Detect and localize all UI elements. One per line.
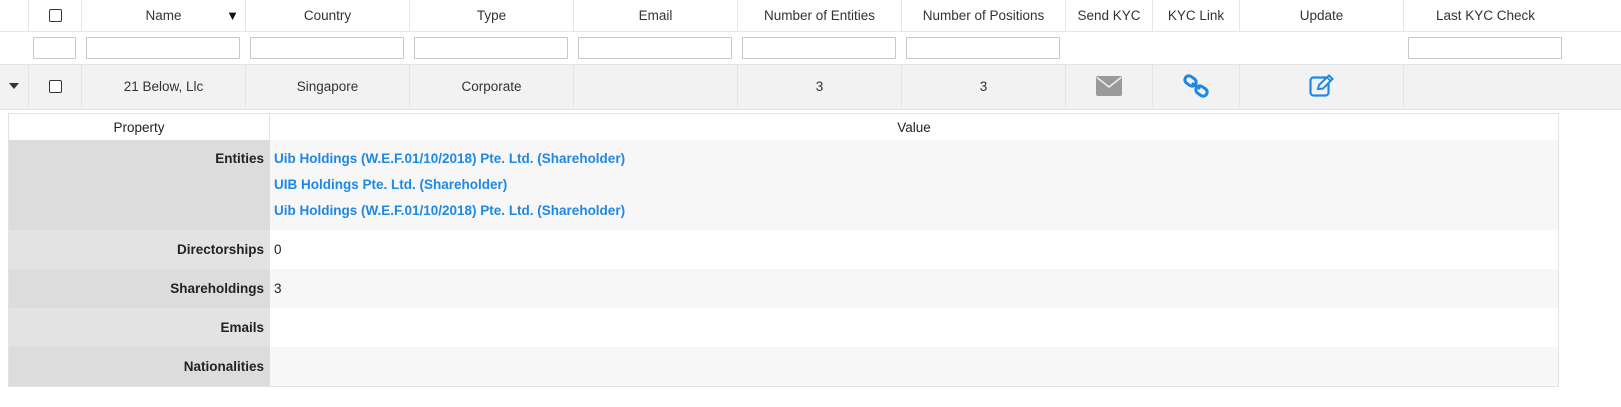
- detail-key-shareholdings: Shareholdings: [9, 269, 270, 308]
- column-header-update[interactable]: Update: [1239, 0, 1403, 31]
- column-header-kyc-link[interactable]: KYC Link: [1152, 0, 1239, 31]
- detail-value-nationalities: [270, 347, 1558, 386]
- column-header-email-label: Email: [638, 8, 673, 23]
- filter-row: [0, 32, 1621, 64]
- filter-email-cell: [573, 32, 737, 64]
- cell-update: [1239, 65, 1403, 107]
- column-header-name[interactable]: Name ▼: [81, 0, 245, 31]
- cell-kyc-link: [1152, 65, 1239, 107]
- edit-icon[interactable]: [1308, 74, 1335, 98]
- filter-select-input[interactable]: [33, 37, 76, 59]
- expand-header: [0, 0, 28, 31]
- cell-type-text: Corporate: [461, 78, 522, 94]
- detail-row-entities: Entities Uib Holdings (W.E.F.01/10/2018)…: [9, 140, 1558, 230]
- column-header-type-label: Type: [476, 8, 507, 23]
- detail-value-directorships: 0: [270, 230, 1558, 269]
- column-header-name-label: Name: [145, 8, 182, 23]
- filter-entities-cell: [737, 32, 901, 64]
- detail-key-emails: Emails: [9, 308, 270, 347]
- sort-desc-icon[interactable]: ▼: [226, 8, 239, 23]
- cell-country-text: Singapore: [296, 78, 359, 94]
- filter-country-cell: [245, 32, 409, 64]
- cell-send-kyc: [1065, 65, 1152, 107]
- filter-name-input[interactable]: [86, 37, 240, 59]
- detail-row-nationalities: Nationalities: [9, 347, 1558, 386]
- cell-name: 21 Below, Llc: [81, 65, 245, 107]
- filter-send-kyc-cell: [1065, 32, 1152, 64]
- column-header-type[interactable]: Type: [409, 0, 573, 31]
- grid-header: Name ▼ Country Type Email Number of Enti…: [0, 0, 1621, 32]
- detail-row-directorships: Directorships 0: [9, 230, 1558, 269]
- filter-select-cell: [28, 32, 81, 64]
- filter-number-of-positions-input[interactable]: [906, 37, 1060, 59]
- detail-row-shareholdings: Shareholdings 3: [9, 269, 1558, 308]
- filter-country-input[interactable]: [250, 37, 404, 59]
- column-header-last-kyc-check[interactable]: Last KYC Check: [1403, 0, 1567, 31]
- detail-key-entities: Entities: [9, 140, 270, 230]
- detail-header: Property Value: [9, 114, 1558, 140]
- filter-spacer: [0, 32, 28, 64]
- column-header-number-of-positions-label: Number of Positions: [922, 8, 1045, 23]
- filter-last-kyc-check-input[interactable]: [1408, 37, 1562, 59]
- cell-number-of-entities: 3: [737, 65, 901, 107]
- column-header-country[interactable]: Country: [245, 0, 409, 31]
- cell-number-of-positions-text: 3: [979, 78, 988, 94]
- column-header-email[interactable]: Email: [573, 0, 737, 31]
- entity-link[interactable]: Uib Holdings (W.E.F.01/10/2018) Pte. Ltd…: [274, 151, 1558, 177]
- detail-header-value: Value: [270, 114, 1558, 140]
- detail-value-entities: Uib Holdings (W.E.F.01/10/2018) Pte. Ltd…: [270, 140, 1558, 230]
- column-header-number-of-entities-label: Number of Entities: [763, 8, 876, 23]
- detail-value-shareholdings: 3: [270, 269, 1558, 308]
- filter-type-input[interactable]: [414, 37, 568, 59]
- select-all-checkbox[interactable]: [48, 9, 62, 22]
- entity-grid: Name ▼ Country Type Email Number of Enti…: [0, 0, 1621, 387]
- entity-link[interactable]: UIB Holdings Pte. Ltd. (Shareholder): [274, 177, 1558, 203]
- caret-down-icon[interactable]: [9, 83, 19, 89]
- row-select-cell: [28, 65, 81, 107]
- column-header-number-of-entities[interactable]: Number of Entities: [737, 0, 901, 31]
- filter-type-cell: [409, 32, 573, 64]
- detail-row-emails: Emails: [9, 308, 1558, 347]
- detail-header-property: Property: [9, 114, 270, 140]
- column-header-kyc-link-label: KYC Link: [1167, 8, 1225, 23]
- detail-key-nationalities: Nationalities: [9, 347, 270, 386]
- filter-number-of-entities-input[interactable]: [742, 37, 896, 59]
- filter-last-kyc-cell: [1403, 32, 1567, 64]
- filter-kyc-link-cell: [1152, 32, 1239, 64]
- filter-name-cell: [81, 32, 245, 64]
- column-header-country-label: Country: [303, 8, 352, 23]
- filter-positions-cell: [901, 32, 1065, 64]
- filter-email-input[interactable]: [578, 37, 732, 59]
- column-header-send-kyc[interactable]: Send KYC: [1065, 0, 1152, 31]
- table-row[interactable]: 21 Below, Llc Singapore Corporate 3 3: [0, 64, 1621, 110]
- row-select-checkbox[interactable]: [48, 79, 62, 93]
- cell-country: Singapore: [245, 65, 409, 107]
- link-icon[interactable]: [1183, 74, 1209, 98]
- column-header-send-kyc-label: Send KYC: [1077, 8, 1141, 23]
- cell-last-kyc-check: [1403, 65, 1567, 107]
- filter-update-cell: [1239, 32, 1403, 64]
- detail-value-emails: [270, 308, 1558, 347]
- column-header-update-label: Update: [1299, 8, 1344, 23]
- entity-link[interactable]: Uib Holdings (W.E.F.01/10/2018) Pte. Ltd…: [274, 203, 1558, 229]
- cell-type: Corporate: [409, 65, 573, 107]
- cell-email: [573, 65, 737, 107]
- column-header-last-kyc-check-label: Last KYC Check: [1435, 8, 1536, 23]
- cell-number-of-entities-text: 3: [815, 78, 824, 94]
- row-detail-panel: Property Value Entities Uib Holdings (W.…: [8, 113, 1559, 387]
- column-header-number-of-positions[interactable]: Number of Positions: [901, 0, 1065, 31]
- envelope-icon[interactable]: [1096, 76, 1122, 96]
- select-all-cell: [28, 0, 81, 31]
- cell-number-of-positions: 3: [901, 65, 1065, 107]
- expand-toggle[interactable]: [0, 65, 28, 107]
- detail-key-directorships: Directorships: [9, 230, 270, 269]
- cell-name-text: 21 Below, Llc: [123, 78, 204, 94]
